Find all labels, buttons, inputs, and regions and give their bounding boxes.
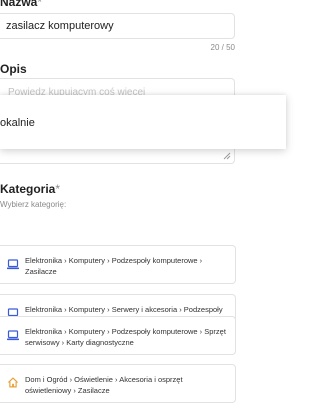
category-suggestion[interactable]: Elektronika › Komputery › Podzespoły kom…: [0, 245, 236, 284]
name-label: Nazwa*: [0, 0, 42, 9]
description-label: Opis: [0, 62, 27, 76]
laptop-icon: [7, 330, 19, 341]
resize-handle-icon[interactable]: [223, 152, 231, 160]
dropdown-option[interactable]: okalnie: [0, 117, 35, 129]
name-input-value: zasilacz komputerowy: [6, 20, 114, 32]
category-required-mark: *: [55, 182, 61, 196]
category-suggestion[interactable]: Elektronika › Komputery › Podzespoły kom…: [0, 316, 236, 355]
home-icon: [8, 377, 18, 388]
category-label: Kategoria*: [0, 182, 60, 196]
category-path: Elektronika › Komputery › Podzespoły kom…: [25, 327, 226, 347]
category-hint: Wybierz kategorię:: [0, 200, 67, 209]
name-char-counter: 20 / 50: [210, 43, 235, 52]
laptop-icon: [7, 259, 19, 270]
required-mark: *: [37, 0, 43, 9]
location-dropdown: okalnie: [0, 95, 286, 149]
name-label-text: Nazwa: [0, 0, 38, 9]
category-path: Dom i Ogród › Oświetlenie › Akcesoria i …: [25, 375, 183, 395]
category-suggestion[interactable]: Dom i Ogród › Oświetlenie › Akcesoria i …: [0, 364, 236, 403]
category-label-text: Kategoria: [0, 182, 56, 196]
name-input[interactable]: zasilacz komputerowy: [0, 13, 235, 39]
category-path: Elektronika › Komputery › Podzespoły kom…: [25, 256, 203, 276]
